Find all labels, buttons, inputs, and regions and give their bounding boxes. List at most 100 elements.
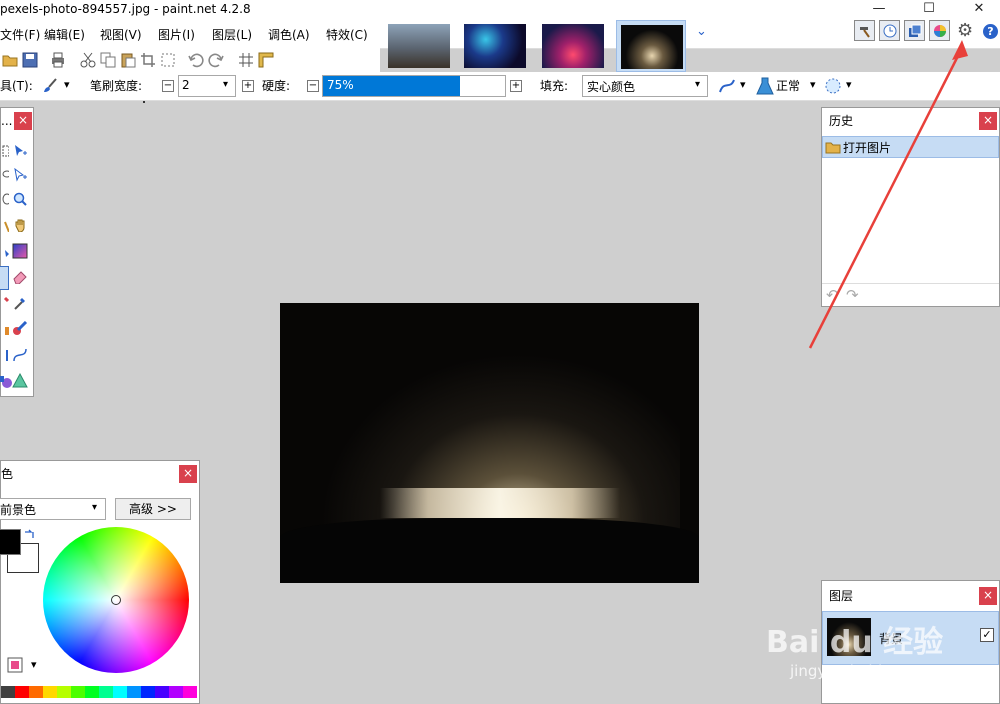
selection-clipping-dropdown-arrow[interactable]: ▾ (846, 78, 852, 91)
layers-panel-close-button[interactable]: × (979, 587, 997, 605)
colors-window-button[interactable] (929, 20, 950, 41)
palette-swatch[interactable] (85, 686, 99, 698)
menu-effects[interactable]: 特效(C) (326, 20, 368, 48)
blend-mode-icon[interactable] (756, 77, 774, 95)
move-selected-tool[interactable] (11, 142, 29, 160)
menu-layers[interactable]: 图层(L) (212, 20, 252, 48)
brush-width-increase-button[interactable]: + (242, 80, 254, 92)
eraser-tool[interactable] (11, 268, 29, 286)
close-window-button[interactable]: ✕ (962, 0, 996, 18)
palette-swatch[interactable] (169, 686, 183, 698)
palette-swatch[interactable] (127, 686, 141, 698)
primary-color-swatch[interactable] (0, 529, 21, 555)
ellipse-select-tool[interactable] (0, 190, 11, 208)
deselect-icon[interactable] (160, 52, 176, 68)
pencil-tool[interactable] (0, 294, 11, 312)
shapes-triangle-tool[interactable] (11, 372, 29, 390)
hardness-decrease-button[interactable]: − (307, 80, 319, 92)
gradient-tool[interactable] (11, 242, 29, 260)
zoom-tool[interactable] (11, 190, 29, 208)
palette-swatch[interactable] (183, 686, 197, 698)
hardness-slider[interactable]: 75% (322, 75, 506, 97)
palette-swatch[interactable] (1, 686, 15, 698)
grid-icon[interactable] (238, 52, 254, 68)
brush-width-decrease-button[interactable]: − (162, 80, 174, 92)
redo-icon[interactable] (208, 52, 224, 68)
palette-swatch[interactable] (29, 686, 43, 698)
save-icon[interactable] (22, 52, 38, 68)
open-file-icon[interactable] (2, 52, 18, 68)
cut-icon[interactable] (80, 52, 96, 68)
thumbnails-dropdown-button[interactable]: ⌄ (696, 24, 707, 39)
thumbnail-3[interactable] (538, 20, 608, 72)
print-icon[interactable] (50, 52, 66, 68)
menu-view[interactable]: 视图(V) (100, 20, 142, 48)
thumbnail-4-active[interactable] (616, 20, 686, 72)
fill-mode-dropdown[interactable]: 实心颜色 ▾ (582, 75, 708, 97)
blend-mode-dropdown-arrow[interactable]: ▾ (810, 78, 816, 91)
history-redo-button[interactable]: ↷ (846, 286, 859, 304)
palette-menu-button[interactable] (0, 657, 23, 673)
thumbnail-1[interactable] (384, 20, 454, 72)
paintbrush-tool-active[interactable] (0, 266, 9, 290)
menu-file[interactable]: 文件(F) (0, 20, 40, 48)
copy-icon[interactable] (100, 52, 116, 68)
color-palette (1, 686, 199, 698)
text-tool[interactable] (0, 346, 11, 364)
ruler-icon[interactable] (258, 52, 274, 68)
lasso-select-tool[interactable] (0, 166, 11, 184)
antialiasing-dropdown-arrow[interactable]: ▾ (740, 78, 746, 91)
palette-swatch[interactable] (141, 686, 155, 698)
history-undo-button[interactable]: ↶ (826, 286, 839, 304)
menu-adjustments[interactable]: 调色(A) (268, 20, 310, 48)
palette-swatch[interactable] (15, 686, 29, 698)
palette-dropdown-arrow[interactable]: ▾ (31, 658, 37, 671)
advanced-colors-button[interactable]: 高级 >> (115, 498, 191, 520)
rectangle-select-tool[interactable] (0, 142, 11, 160)
undo-icon[interactable] (188, 52, 204, 68)
history-window-button[interactable] (879, 20, 900, 41)
tool-dropdown-arrow[interactable]: ▾ (64, 78, 70, 91)
minimize-button[interactable]: — (862, 0, 896, 18)
line-curve-tool[interactable] (11, 346, 29, 364)
palette-swatch[interactable] (71, 686, 85, 698)
pan-tool[interactable] (11, 216, 29, 234)
crop-icon[interactable] (140, 52, 156, 68)
magic-wand-tool[interactable] (0, 216, 11, 234)
thumbnail-2[interactable] (460, 20, 530, 72)
menu-edit[interactable]: 编辑(E) (44, 20, 85, 48)
recolor-tool[interactable] (11, 320, 29, 338)
palette-swatch[interactable] (43, 686, 57, 698)
palette-swatch[interactable] (99, 686, 113, 698)
history-panel-close-button[interactable]: × (979, 112, 997, 130)
hardness-increase-button[interactable]: + (510, 80, 522, 92)
history-item[interactable]: 打开图片 (822, 136, 999, 158)
tools-panel-close-button[interactable]: × (14, 112, 32, 130)
colors-panel-close-button[interactable]: × (179, 465, 197, 483)
watermark-url: jingyan.baidu.com (790, 662, 929, 680)
help-icon[interactable]: ? (983, 24, 998, 39)
layer-visibility-checkbox[interactable]: ✓ (980, 628, 994, 642)
paintbrush-icon[interactable] (42, 78, 60, 94)
color-wheel-cursor[interactable] (111, 595, 121, 605)
layers-window-button[interactable] (904, 20, 925, 41)
swap-colors-icon[interactable] (23, 529, 35, 541)
tools-window-button[interactable] (854, 20, 875, 41)
color-mode-dropdown[interactable]: 前景色 ▾ (0, 498, 106, 520)
maximize-button[interactable]: ☐ (912, 0, 946, 18)
paste-icon[interactable] (120, 52, 136, 68)
menu-image[interactable]: 图片(I) (158, 20, 195, 48)
color-picker-tool[interactable] (11, 294, 29, 312)
move-selection-tool[interactable] (11, 166, 29, 184)
palette-swatch[interactable] (113, 686, 127, 698)
canvas-image[interactable] (280, 303, 699, 583)
clone-stamp-tool[interactable] (0, 320, 11, 338)
antialiasing-icon[interactable] (718, 78, 736, 94)
paint-bucket-tool[interactable] (0, 242, 11, 260)
brush-width-combobox[interactable]: 2 ▾ (178, 75, 236, 97)
selection-clipping-icon[interactable] (824, 77, 842, 95)
settings-gear-icon[interactable]: ⚙ (957, 21, 973, 41)
blend-mode-value[interactable]: 正常 (776, 72, 800, 100)
palette-swatch[interactable] (155, 686, 169, 698)
palette-swatch[interactable] (57, 686, 71, 698)
